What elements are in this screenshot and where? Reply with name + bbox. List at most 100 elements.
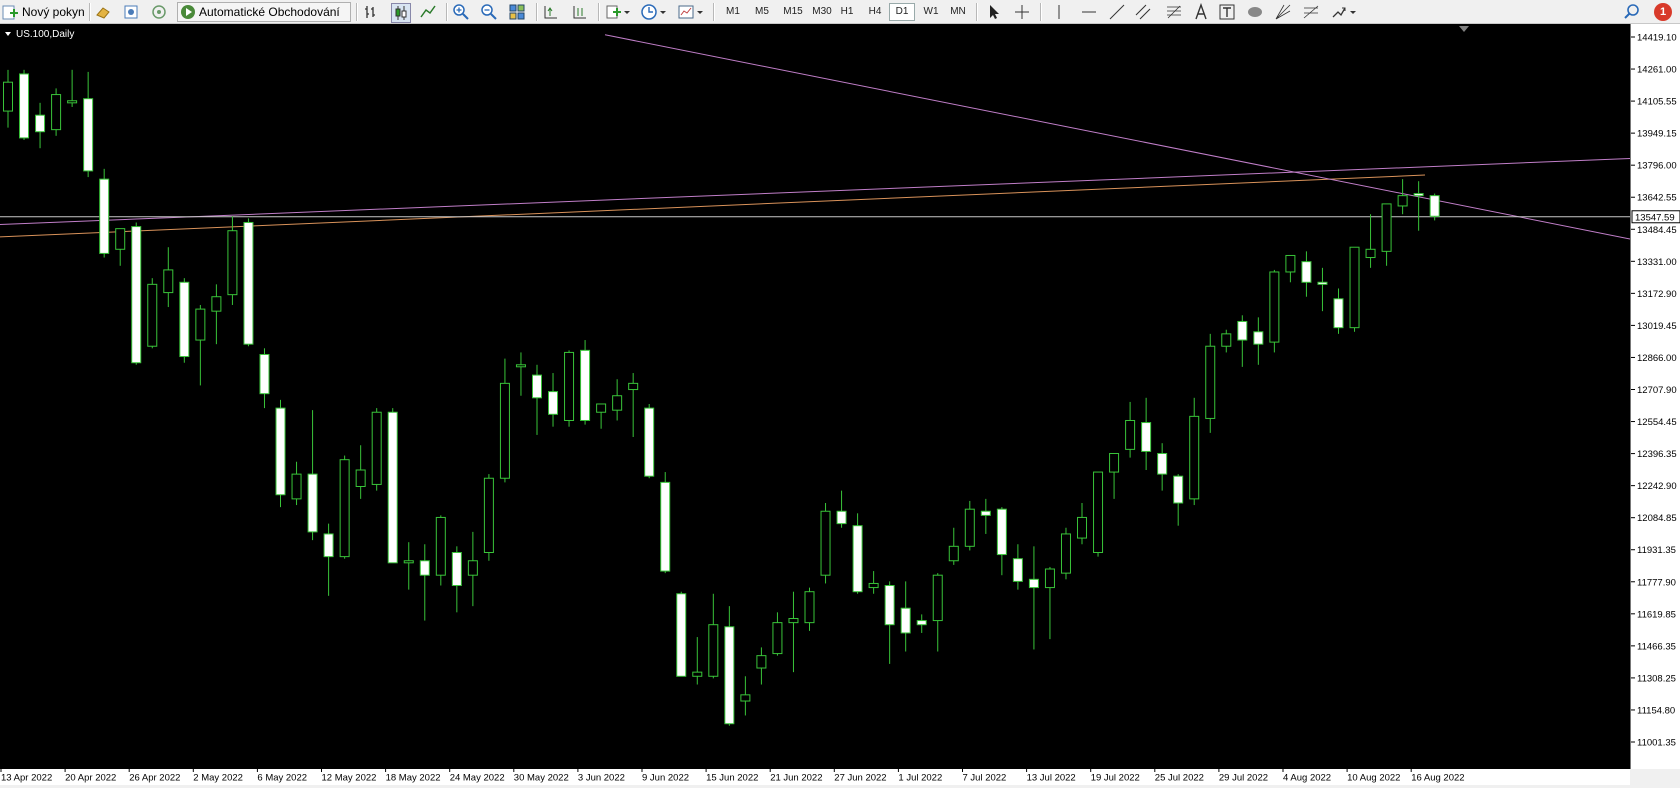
candlestick-chart-icon[interactable] [391,3,411,23]
candle [1077,502,1088,545]
chart-area[interactable]: US.100,Daily [0,24,1631,769]
price-axis[interactable]: 14419.10 14261.00 14105.55 13949.15 13796.00… [1630,24,1680,769]
date-tick-label: 6 May 2022 [257,773,307,784]
chart-shift-marker[interactable] [1459,26,1469,32]
horizontal-line-icon[interactable] [1080,3,1098,21]
candle [660,472,671,574]
text-tool-icon[interactable] [1192,3,1210,21]
candle [1157,443,1168,491]
candle [1044,566,1055,640]
candle [724,606,735,726]
crosshair-icon[interactable] [1013,3,1031,21]
timeframe-mn[interactable]: MN [944,3,972,21]
date-tick-label: 25 Jul 2022 [1155,773,1204,784]
candle [291,461,302,506]
autoscroll-icon[interactable] [571,3,589,21]
chart-shift-icon[interactable] [542,3,560,21]
falling-line[interactable] [604,34,1631,240]
date-tick-label: 10 Aug 2022 [1347,773,1400,784]
timeframe-w1[interactable]: W1 [918,3,944,21]
date-tick-label: 26 Apr 2022 [129,773,180,784]
candle [1365,214,1376,268]
candle [1125,401,1136,458]
toolbar: Nový pokyn Automatické Obchodování M1 M5… [0,0,1680,24]
candle [676,591,687,677]
fibonacci-expansion-icon[interactable] [1302,3,1320,21]
candle [1301,251,1312,297]
arrows-icon[interactable] [1330,3,1348,21]
zoom-out-icon[interactable] [480,3,498,21]
candle [692,637,703,685]
candle [1141,397,1152,470]
timeframe-m15[interactable]: M15 [777,3,809,21]
notification-badge[interactable]: 1 [1654,3,1672,21]
fibonacci-fan-icon[interactable] [1274,3,1292,21]
timeframe-m1[interactable]: M1 [720,3,746,21]
cursor-icon[interactable] [985,3,1003,21]
toolbar-separator [1040,3,1042,21]
candle [1205,333,1216,433]
candle [964,500,975,551]
signal-icon[interactable] [150,3,168,21]
date-tick-label: 19 Jul 2022 [1091,773,1140,784]
market-watch-icon[interactable] [94,3,112,21]
chevron-down-icon[interactable] [696,3,704,21]
date-tick-label: 30 May 2022 [514,773,569,784]
toolbar-separator [536,3,538,21]
price-tick-label: 14261.00 [1637,65,1677,76]
candle [948,527,959,565]
candles-layer [3,69,1440,726]
chevron-down-icon[interactable] [659,3,667,21]
candle [83,71,94,178]
price-tick-label: 13949.15 [1637,129,1677,140]
indicators-icon[interactable] [605,3,623,21]
timeframe-d1[interactable]: D1 [889,3,915,21]
price-tick-label: 12396.35 [1637,449,1677,460]
toolbar-separator [598,3,600,21]
symbol-menu-triangle-icon[interactable] [5,32,11,36]
chevron-down-icon[interactable] [623,3,631,21]
bar-chart-icon[interactable] [362,3,380,21]
new-order-button[interactable]: Nový pokyn [2,2,86,22]
periods-clock-icon[interactable] [640,3,658,21]
text-label-icon[interactable] [1218,3,1236,21]
candle [515,352,526,396]
date-tick-label: 18 May 2022 [386,773,441,784]
candle [564,350,575,427]
vertical-line-icon[interactable] [1050,3,1068,21]
auto-trading-button[interactable]: Automatické Obchodování [177,2,351,22]
price-chart[interactable]: US.100,Daily [0,24,1631,769]
candle [1012,544,1023,590]
timeframe-m5[interactable]: M5 [748,3,776,21]
search-icon[interactable] [1623,3,1641,21]
rising-orange-line[interactable] [0,174,1426,238]
candle [531,364,542,435]
date-tick-label: 9 Jun 2022 [642,773,689,784]
candle [339,455,350,559]
candle [580,340,591,425]
line-chart-icon[interactable] [419,3,437,21]
candle [1317,267,1328,312]
candle [628,373,639,437]
equidistant-channel-icon[interactable] [1134,3,1152,21]
date-tick-label: 3 Jun 2022 [578,773,625,784]
candle [1381,203,1392,266]
auto-trading-label: Automatické Obchodování [199,5,340,19]
time-axis[interactable]: 13 Apr 2022 20 Apr 2022 26 Apr 2022 2 May 2… [0,769,1630,785]
timeframe-h4[interactable]: H4 [862,3,888,21]
candle [884,581,895,664]
timeframe-h1[interactable]: H1 [834,3,860,21]
candle [307,410,318,541]
ellipse-icon[interactable] [1246,3,1264,21]
navigator-icon[interactable] [122,3,140,21]
candle [275,399,286,508]
templates-icon[interactable] [677,3,695,21]
tile-windows-icon[interactable] [508,3,526,21]
fibonacci-retracement-icon[interactable] [1165,3,1183,21]
date-tick-label: 20 Apr 2022 [65,773,116,784]
trendline-icon[interactable] [1108,3,1126,21]
date-tick-label: 4 Aug 2022 [1283,773,1331,784]
price-tick-label: 11619.85 [1637,609,1676,620]
zoom-in-icon[interactable] [452,3,470,21]
chevron-down-icon[interactable] [1349,3,1357,21]
